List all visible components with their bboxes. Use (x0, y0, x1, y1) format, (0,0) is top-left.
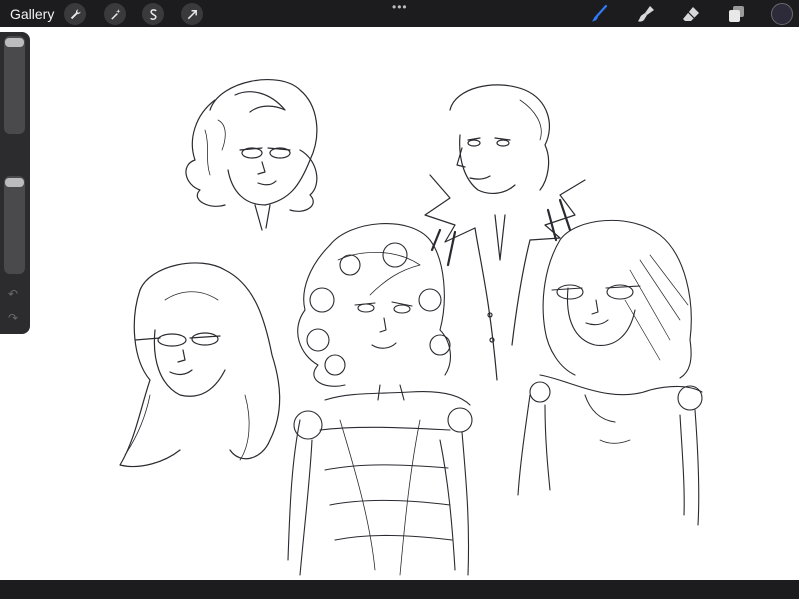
transform-button[interactable] (181, 3, 203, 25)
brush-icon (592, 4, 608, 22)
sketch-figure-right (517, 219, 703, 526)
layers-icon (729, 6, 744, 22)
opacity-knob[interactable] (5, 178, 24, 187)
smudge-tool-button[interactable] (634, 2, 658, 26)
transform-arrow-icon (187, 9, 197, 19)
eraser-icon (683, 7, 699, 21)
gallery-button[interactable]: Gallery (10, 6, 54, 22)
selection-s-icon (149, 8, 157, 20)
eraser-tool-button[interactable] (679, 2, 703, 26)
more-options-handle[interactable]: ••• (392, 1, 408, 13)
magic-wand-icon (110, 8, 121, 20)
brush-size-slider[interactable] (4, 36, 25, 134)
side-toolbar: ↶ ↷ (0, 32, 30, 334)
sketch-artwork (119, 79, 703, 576)
wrench-icon (70, 8, 81, 19)
sketch-figure-collar (424, 84, 586, 381)
bottom-bar (0, 580, 799, 599)
top-toolbar: Gallery ••• (0, 0, 799, 27)
actions-button[interactable] (64, 3, 86, 25)
redo-button[interactable]: ↷ (8, 311, 18, 325)
selection-button[interactable] (142, 3, 164, 25)
sketch-figure-center (287, 223, 473, 576)
adjustments-button[interactable] (104, 3, 126, 25)
brush-tool-button[interactable] (587, 2, 611, 26)
undo-button[interactable]: ↶ (8, 287, 18, 301)
brush-size-knob[interactable] (5, 38, 24, 47)
opacity-slider[interactable] (4, 176, 25, 274)
layers-button[interactable] (724, 2, 748, 26)
sketch-head-top-left (185, 79, 318, 231)
color-picker-button[interactable] (771, 3, 793, 25)
drawing-canvas[interactable] (0, 27, 799, 580)
sketch-head-left (119, 262, 281, 468)
smudge-icon (638, 6, 654, 22)
